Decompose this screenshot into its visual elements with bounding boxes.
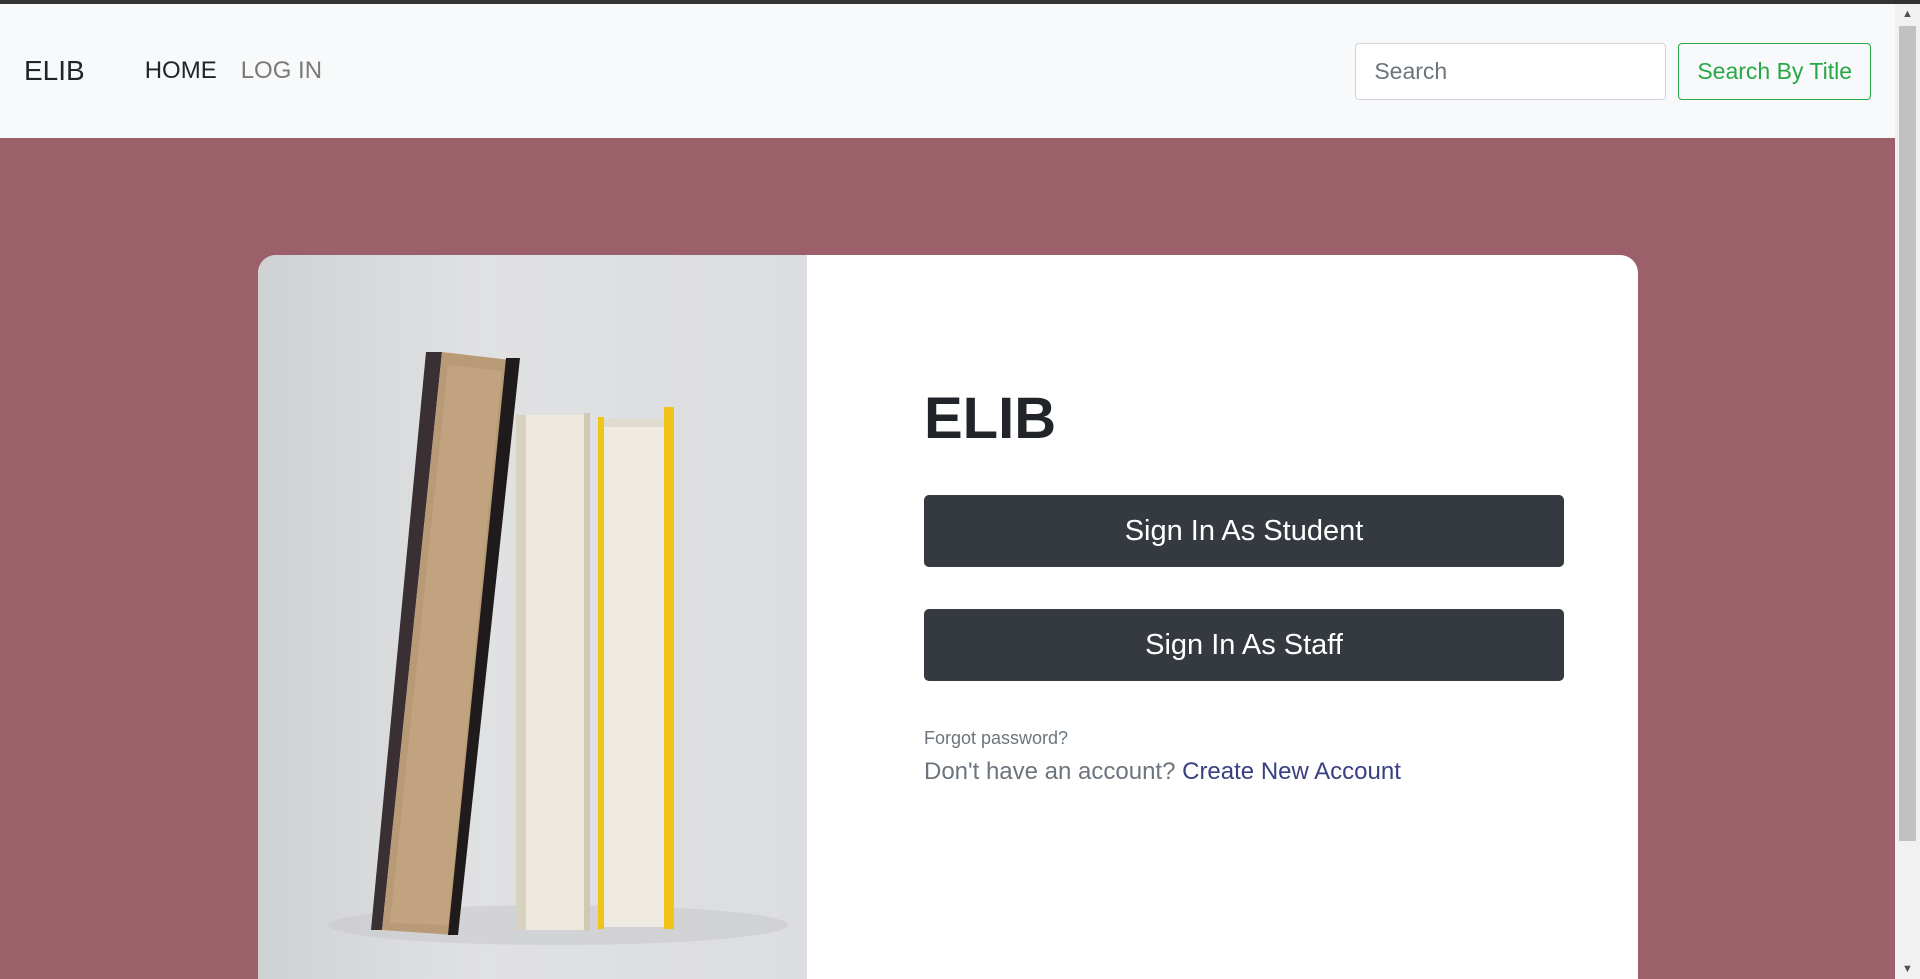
scroll-thumb[interactable] <box>1899 26 1916 841</box>
signup-prompt-text: Don't have an account? <box>924 758 1176 785</box>
scroll-down-arrow-icon[interactable]: ▼ <box>1895 959 1920 979</box>
navbar: ELIB HOME LOG IN Search By Title <box>0 4 1895 138</box>
sign-in-student-button[interactable]: Sign In As Student <box>924 495 1564 567</box>
login-card: ELIB Sign In As Student Sign In As Staff… <box>258 255 1638 979</box>
search-input[interactable] <box>1355 42 1667 100</box>
sign-in-staff-button[interactable]: Sign In As Staff <box>924 609 1564 681</box>
books-illustration <box>328 352 788 945</box>
brand-logo[interactable]: ELIB <box>24 55 85 87</box>
card-title: ELIB <box>924 386 1057 451</box>
search-by-title-button[interactable]: Search By Title <box>1678 42 1871 100</box>
scroll-up-arrow-icon[interactable]: ▲ <box>1895 4 1920 24</box>
nav-links: HOME LOG IN <box>145 57 322 85</box>
signup-prompt: Don't have an account? Create New Accoun… <box>924 758 1401 786</box>
create-account-link[interactable]: Create New Account <box>1182 758 1401 785</box>
forgot-password-link[interactable]: Forgot password? <box>924 728 1068 749</box>
nav-login-link[interactable]: LOG IN <box>241 57 322 85</box>
page-scrollbar[interactable]: ▲ ▼ <box>1895 4 1920 979</box>
nav-home-link[interactable]: HOME <box>145 57 217 85</box>
search-form: Search By Title <box>1355 42 1871 100</box>
books-photo <box>258 255 807 979</box>
